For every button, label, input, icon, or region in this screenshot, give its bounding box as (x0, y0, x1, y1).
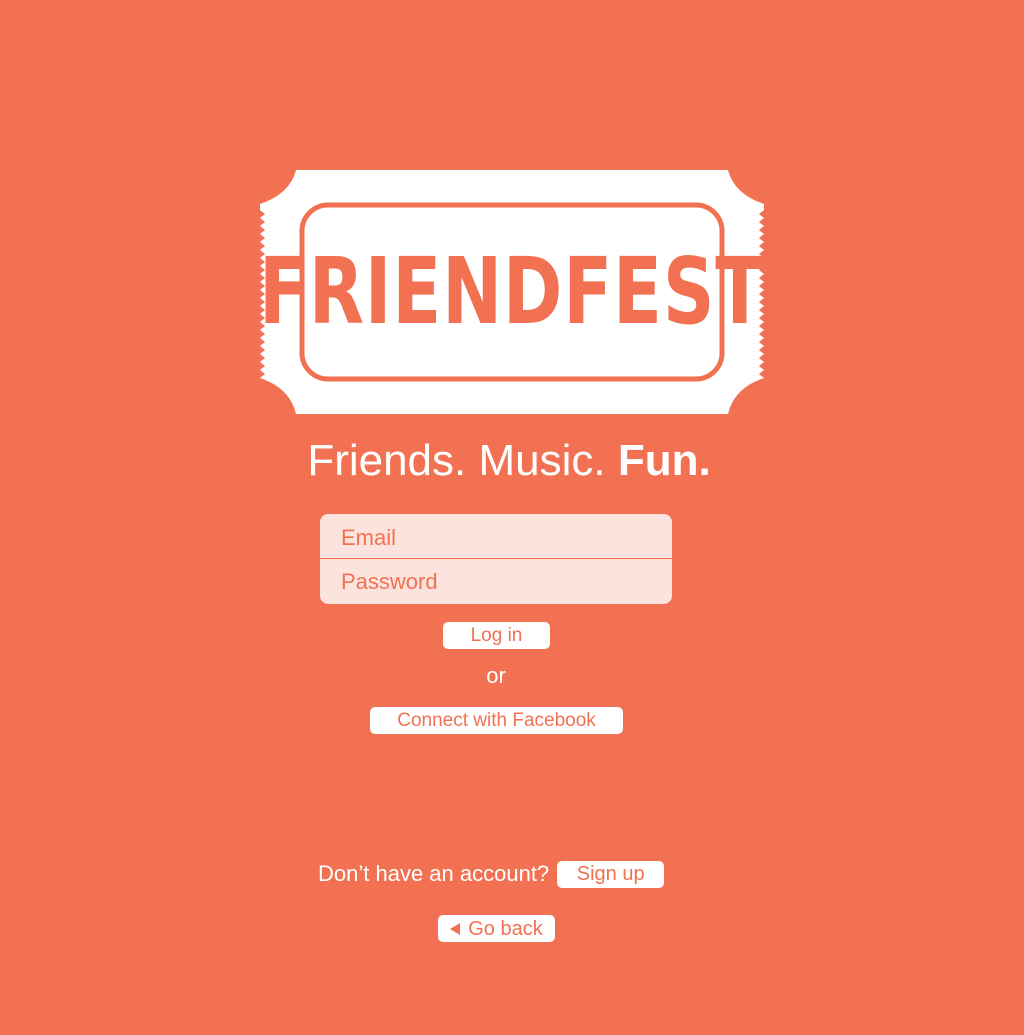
tagline: Friends. Music. Fun. (0, 434, 1018, 488)
password-input[interactable] (341, 569, 661, 595)
login-button[interactable]: Log in (443, 622, 550, 649)
go-back-button[interactable]: Go back (438, 915, 555, 942)
login-form (320, 514, 672, 604)
or-separator: or (486, 663, 506, 688)
tagline-text: Friends. Music. (307, 436, 618, 485)
connect-facebook-button[interactable]: Connect with Facebook (370, 707, 623, 734)
signup-prompt: Don’t have an account? (318, 861, 550, 886)
email-field-row (320, 514, 672, 559)
brand-wordmark: FRIENDFEST (258, 238, 766, 345)
go-back-label: Go back (468, 917, 543, 940)
password-field-row (320, 559, 672, 603)
signup-button[interactable]: Sign up (557, 860, 665, 888)
email-input[interactable] (341, 525, 661, 551)
friendfest-logo: FRIENDFEST (258, 168, 766, 416)
signup-row: Don’t have an account? Sign up (318, 860, 665, 888)
tagline-emphasis: Fun. (617, 436, 711, 485)
left-triangle-icon (450, 922, 461, 935)
